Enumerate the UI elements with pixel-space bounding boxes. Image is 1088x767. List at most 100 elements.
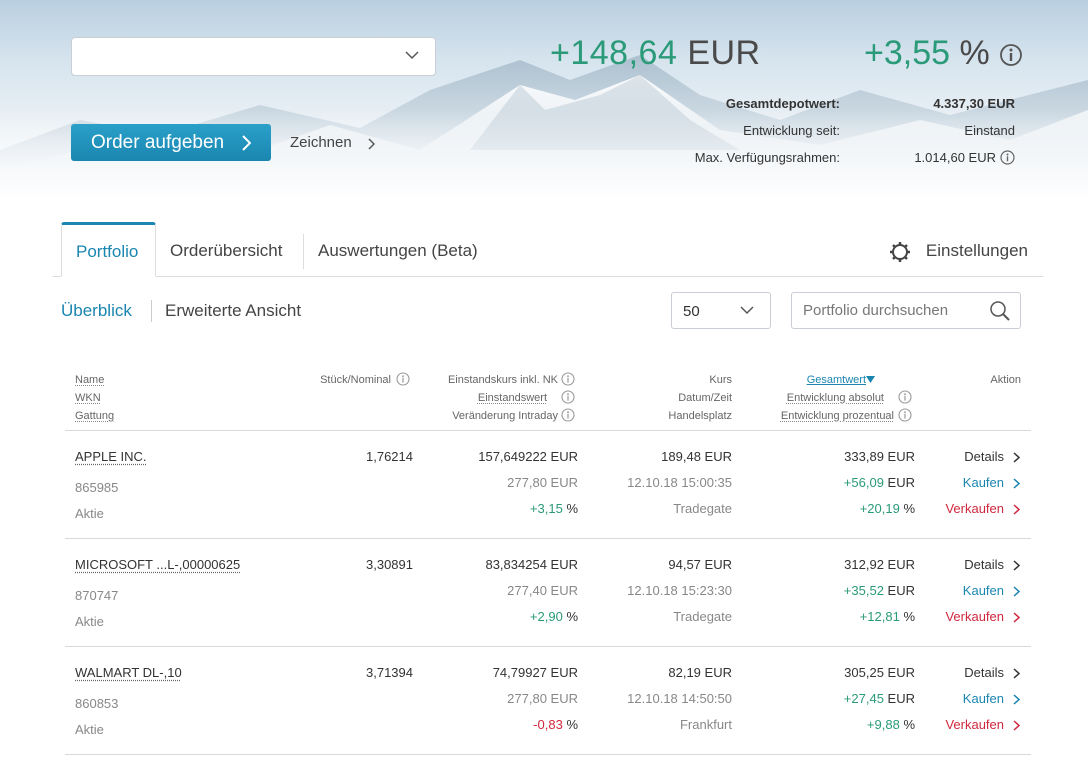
col-header-veraenderung-intraday: Veränderung Intraday [452, 410, 558, 422]
chevron-right-icon [1013, 452, 1020, 463]
tab-orderuebersicht-label: Orderübersicht [170, 241, 283, 260]
chevron-right-icon [1013, 694, 1020, 705]
col-header-einstandskurs: Einstandskurs inkl. NK [447, 374, 558, 386]
tab-portfolio-label: Portfolio [76, 242, 139, 261]
col-header-name[interactable]: Name [75, 374, 104, 386]
einstandskurs-value: 74,79927 [492, 665, 547, 680]
mountain-background [0, 0, 1088, 200]
col-header-gattung[interactable]: Gattung [75, 410, 114, 422]
entwicklung-absolut: +56,09 EUR [844, 475, 915, 490]
stat-label-entwicklung: Entwicklung seit: [743, 123, 840, 138]
einstandswert-value: 277,40 [507, 583, 547, 598]
einstandswert: 277,40 EUR [507, 583, 578, 598]
entwicklung-prozentual-value: +20,19 [859, 501, 900, 516]
einstandskurs: 83,834254 EUR [485, 557, 578, 572]
stat-label-depotwert: Gesamtdepotwert: [725, 96, 840, 111]
table-header-divider [65, 430, 1031, 431]
kurs: 94,57 EUR [668, 557, 732, 572]
page-size-select[interactable]: 50 [671, 292, 771, 329]
total-change-absolute: +148,64 EUR [550, 34, 761, 73]
stat-value-depotwert: 4.337,30 EUR [933, 96, 1015, 111]
info-icon[interactable] [561, 408, 575, 422]
stueck: 3,71394 [366, 665, 413, 680]
order-button-label: Order aufgeben [91, 132, 225, 153]
entwicklung-absolut-value: +27,45 [843, 691, 884, 706]
account-select[interactable] [71, 37, 436, 76]
currency: EUR [887, 665, 915, 680]
details-link[interactable]: Details [964, 557, 1004, 572]
verkaufen-link[interactable]: Verkaufen [945, 609, 1004, 624]
security-name-link[interactable]: MICROSOFT ...L-,00000625 [75, 557, 240, 572]
stueck: 3,30891 [366, 557, 413, 572]
kaufen-link[interactable]: Kaufen [963, 691, 1004, 706]
currency: EUR [887, 583, 915, 598]
details-link[interactable]: Details [964, 665, 1004, 680]
einstandskurs-value: 83,834254 [485, 557, 547, 572]
gesamtwert: 312,92 EUR [844, 557, 915, 572]
entwicklung-prozentual-value: +12,81 [859, 609, 900, 624]
info-icon[interactable] [561, 390, 575, 404]
currency: EUR [887, 449, 915, 464]
col-header-aktion: Aktion [990, 374, 1021, 386]
currency: EUR [550, 583, 578, 598]
gear-icon [889, 242, 910, 262]
tab-auswertungen[interactable]: Auswertungen (Beta) [318, 222, 478, 277]
tab-portfolio[interactable]: Portfolio [61, 222, 156, 277]
col-header-gesamtwert-label: Gesamtwert [806, 374, 866, 386]
intraday-value: -0,83 [533, 717, 563, 732]
stueck: 1,76214 [366, 449, 413, 464]
info-icon[interactable] [396, 372, 410, 386]
verkaufen-link[interactable]: Verkaufen [945, 717, 1004, 732]
total-change-abs-value: +148,64 [550, 34, 678, 72]
chevron-right-icon [1013, 612, 1020, 623]
pct-unit: % [566, 717, 578, 732]
chevron-right-icon [1013, 668, 1020, 679]
stat-value-verfuegungsrahmen: 1.014,60 EUR [914, 150, 996, 165]
info-icon[interactable] [898, 390, 912, 404]
kaufen-link[interactable]: Kaufen [963, 583, 1004, 598]
page-size-value: 50 [683, 303, 700, 320]
subnav-ueberblick[interactable]: Überblick [61, 301, 132, 321]
sort-desc-icon [866, 376, 875, 383]
entwicklung-absolut: +27,45 EUR [844, 691, 915, 706]
tab-orderuebersicht[interactable]: Orderübersicht [170, 222, 282, 277]
info-icon[interactable] [561, 372, 575, 386]
portfolio-header [0, 0, 1088, 200]
gesamtwert-value: 312,92 [844, 557, 884, 572]
verkaufen-link[interactable]: Verkaufen [945, 501, 1004, 516]
entwicklung-absolut-value: +35,52 [843, 583, 884, 598]
col-header-wkn[interactable]: WKN [75, 392, 101, 404]
subnav-erweiterte-ansicht[interactable]: Erweiterte Ansicht [165, 301, 301, 321]
portfolio-search-input[interactable] [791, 292, 1021, 329]
col-header-entwicklung-prozentual[interactable]: Entwicklung prozentual [781, 410, 894, 422]
row-divider [65, 646, 1031, 647]
info-icon[interactable] [999, 43, 1023, 67]
security-name-link[interactable]: WALMART DL-,10 [75, 665, 182, 680]
chevron-down-icon [405, 51, 419, 60]
datum-zeit: 12.10.18 15:23:30 [627, 583, 732, 598]
security-name-link[interactable]: APPLE INC. [75, 449, 147, 464]
total-change-abs-currency: EUR [687, 34, 761, 72]
settings-link[interactable]: Einstellungen [889, 222, 1028, 280]
entwicklung-absolut-value: +56,09 [843, 475, 884, 490]
einstandskurs: 74,79927 EUR [493, 665, 578, 680]
intraday-value: +2,90 [529, 609, 563, 624]
datum-zeit: 12.10.18 14:50:50 [627, 691, 732, 706]
col-header-entwicklung-absolut[interactable]: Entwicklung absolut [787, 392, 884, 404]
kaufen-link[interactable]: Kaufen [963, 475, 1004, 490]
gattung: Aktie [75, 506, 104, 521]
intraday-change: -0,83 % [533, 717, 578, 732]
order-button[interactable]: Order aufgeben [71, 124, 271, 161]
intraday-change: +3,15 % [530, 501, 578, 516]
zeichnen-link[interactable]: Zeichnen [290, 134, 375, 151]
info-icon[interactable] [1000, 150, 1015, 165]
col-header-einstandswert[interactable]: Einstandswert [478, 392, 547, 404]
gesamtwert: 305,25 EUR [844, 665, 915, 680]
details-link[interactable]: Details [964, 449, 1004, 464]
search-icon[interactable] [989, 300, 1011, 322]
info-icon[interactable] [898, 408, 912, 422]
settings-label: Einstellungen [925, 241, 1028, 260]
col-header-gesamtwert[interactable]: Gesamtwert [807, 374, 875, 386]
currency: EUR [550, 665, 578, 680]
col-header-handelsplatz: Handelsplatz [668, 410, 732, 422]
